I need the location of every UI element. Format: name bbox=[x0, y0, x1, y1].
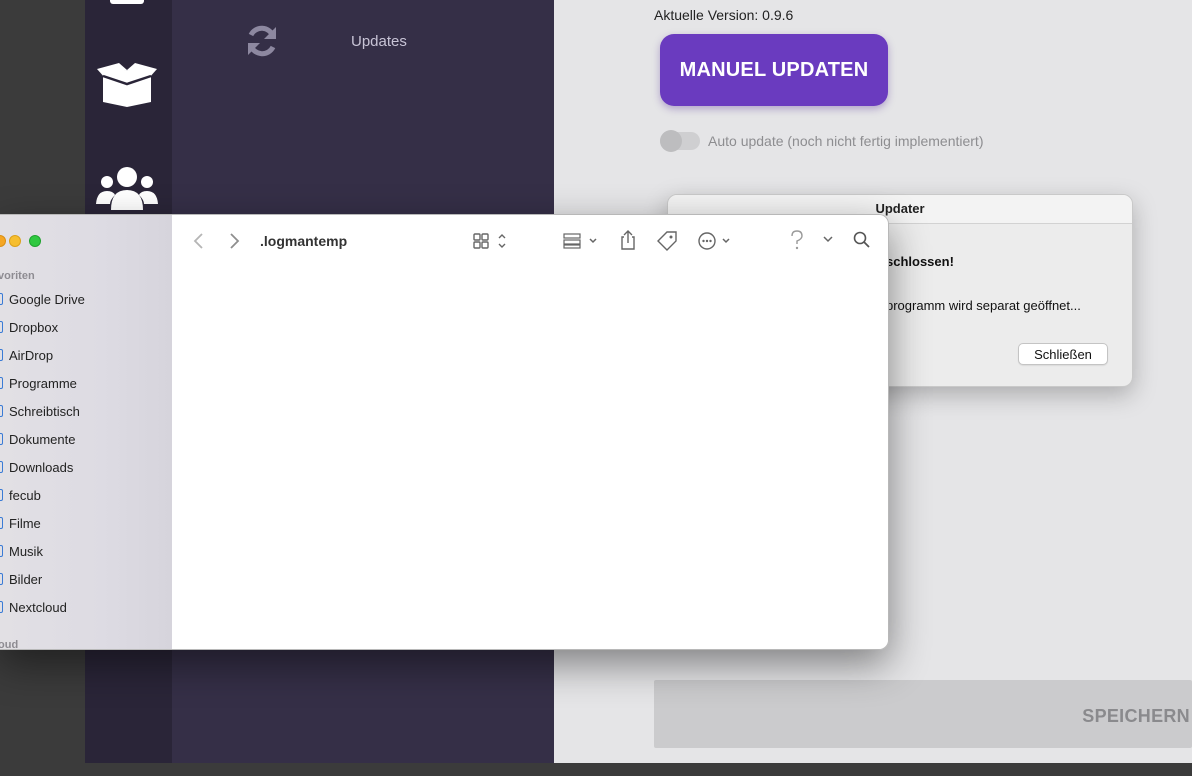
sidebar-item[interactable]: AirDrop bbox=[0, 346, 172, 366]
sidebar-item[interactable]: Schreibtisch bbox=[0, 402, 172, 422]
sidebar-item[interactable]: Nextcloud bbox=[0, 598, 172, 618]
nav-item-updates[interactable]: Updates bbox=[351, 33, 407, 50]
share-icon[interactable] bbox=[619, 229, 637, 251]
zoom-window-icon[interactable] bbox=[29, 235, 41, 247]
toggle-knob bbox=[660, 130, 682, 152]
sidebar-item[interactable]: Dokumente bbox=[0, 430, 172, 450]
icon-view-icon[interactable] bbox=[473, 232, 513, 250]
back-icon[interactable] bbox=[192, 232, 206, 250]
forward-icon[interactable] bbox=[227, 232, 241, 250]
users-icon[interactable] bbox=[95, 164, 159, 212]
document-icon[interactable] bbox=[108, 0, 148, 6]
finder-sidebar: voriten Google Drive Dropbox AirDrop Progra… bbox=[0, 215, 172, 649]
sync-icon[interactable] bbox=[243, 22, 281, 60]
sidebar-item-label: Downloads bbox=[9, 460, 74, 475]
finder-window: voriten Google Drive Dropbox AirDrop Progra… bbox=[0, 214, 889, 650]
close-button[interactable]: Schließen bbox=[1018, 343, 1108, 365]
help-icon[interactable] bbox=[789, 229, 805, 251]
sidebar-item-label: Dropbox bbox=[9, 320, 59, 335]
dialog-message-bold: schlossen! bbox=[886, 254, 954, 269]
sidebar-item-label: Bilder bbox=[9, 572, 43, 587]
dialog-message: programm wird separat geöffnet... bbox=[886, 298, 1081, 313]
sidebar-item[interactable]: Programme bbox=[0, 374, 172, 394]
finder-main: .logmantemp bbox=[172, 215, 888, 649]
folder-title: .logmantemp bbox=[260, 233, 348, 249]
dropbox-icon bbox=[0, 321, 3, 333]
image-icon bbox=[0, 573, 3, 585]
document-icon bbox=[0, 433, 3, 445]
sidebar-item[interactable]: fecub bbox=[0, 486, 172, 506]
airdrop-icon bbox=[0, 349, 3, 361]
more-icon[interactable] bbox=[697, 231, 735, 251]
sidebar-item-label: fecub bbox=[9, 488, 41, 503]
sidebar-item-label: Musik bbox=[9, 544, 43, 559]
sidebar-item[interactable]: Downloads bbox=[0, 458, 172, 478]
package-icon[interactable] bbox=[95, 60, 159, 108]
save-button[interactable]: SPEICHERN bbox=[654, 680, 1192, 748]
chevron-down-icon[interactable] bbox=[822, 235, 834, 245]
auto-update-toggle[interactable] bbox=[660, 130, 700, 152]
sidebar-item[interactable]: Bilder bbox=[0, 570, 172, 590]
minimize-window-icon[interactable] bbox=[9, 235, 21, 247]
sidebar-item-label: Google Drive bbox=[9, 292, 85, 307]
sidebar-item-label: Dokumente bbox=[9, 432, 76, 447]
tag-icon[interactable] bbox=[656, 230, 678, 252]
music-icon bbox=[0, 545, 3, 557]
close-window-icon[interactable] bbox=[0, 235, 6, 247]
sidebar-item-label: AirDrop bbox=[9, 348, 54, 363]
manual-update-button[interactable]: MANUEL UPDATEN bbox=[660, 34, 888, 106]
home-icon bbox=[0, 489, 3, 501]
film-icon bbox=[0, 517, 3, 529]
download-icon bbox=[0, 461, 3, 473]
sidebar-section-cloud: oud bbox=[0, 639, 19, 650]
sidebar-item-label: Programme bbox=[9, 376, 77, 391]
apps-icon bbox=[0, 377, 3, 389]
folder-icon bbox=[0, 601, 3, 613]
sidebar-item[interactable]: Google Drive bbox=[0, 290, 172, 310]
folder-icon bbox=[0, 293, 3, 305]
desktop-icon bbox=[0, 405, 3, 417]
sidebar-section-favorites: voriten bbox=[0, 270, 35, 282]
sidebar-item[interactable]: Dropbox bbox=[0, 318, 172, 338]
sidebar-item[interactable]: Filme bbox=[0, 514, 172, 534]
group-icon[interactable] bbox=[563, 232, 601, 250]
sidebar-item-label: Schreibtisch bbox=[9, 404, 80, 419]
save-label: SPEICHERN bbox=[1082, 706, 1190, 726]
sidebar-item-label: Nextcloud bbox=[9, 600, 67, 615]
sidebar-item-label: Filme bbox=[9, 516, 41, 531]
sidebar-item[interactable]: Musik bbox=[0, 542, 172, 562]
version-text: Aktuelle Version: 0.9.6 bbox=[654, 7, 794, 23]
auto-update-label: Auto update (noch nicht fertig implement… bbox=[708, 133, 984, 149]
search-icon[interactable] bbox=[853, 231, 871, 249]
